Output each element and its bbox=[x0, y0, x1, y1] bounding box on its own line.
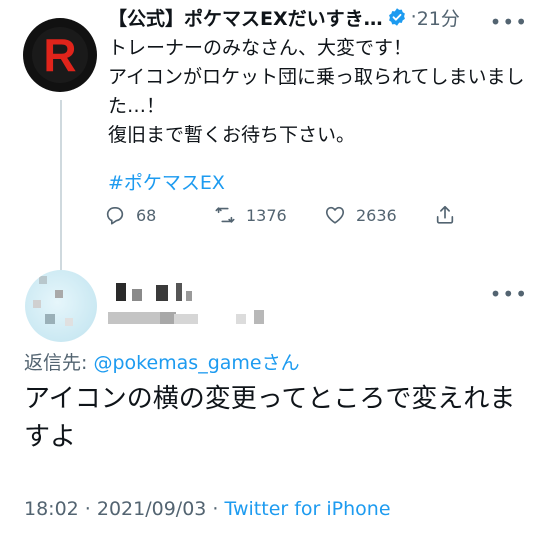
tweet-header: 【公式】ポケマスEXだいすき… · 21分 bbox=[108, 2, 490, 32]
retweet-count: 1376 bbox=[246, 205, 287, 225]
avatar-inner: R bbox=[32, 27, 88, 83]
share-button[interactable] bbox=[434, 204, 466, 226]
reply-icon bbox=[106, 207, 124, 225]
footer-separator: · bbox=[206, 498, 225, 520]
hashtag-link[interactable]: #ポケマスEX bbox=[108, 168, 225, 195]
pixelation-block bbox=[33, 300, 41, 308]
pixelation-block bbox=[116, 283, 126, 301]
pixelation-block bbox=[186, 291, 192, 301]
pixelation-block bbox=[55, 290, 63, 298]
tweet-actions: 68 1376 2636 bbox=[104, 204, 464, 234]
thread-connector-line bbox=[60, 100, 62, 270]
pixelation-block bbox=[236, 314, 246, 324]
pixelation-block bbox=[132, 289, 142, 301]
retweet-icon bbox=[215, 207, 235, 223]
reply-to-line: 返信先: @pokemas_gameさん bbox=[24, 348, 300, 375]
pixelation-block bbox=[65, 318, 73, 326]
pixelation-block bbox=[176, 283, 182, 301]
tweet-text: トレーナーのみなさん、大変です！ アイコンがロケット団に乗っ取られてしまいました… bbox=[108, 37, 525, 146]
pixelation-block bbox=[108, 312, 160, 324]
more-icon[interactable]: ••• bbox=[490, 10, 528, 34]
pixelation-block bbox=[45, 314, 55, 324]
author-avatar[interactable]: R bbox=[23, 18, 97, 92]
author-name[interactable]: 【公式】ポケマスEXだいすき… bbox=[108, 4, 383, 31]
reply-more-icon[interactable]: ••• bbox=[490, 282, 528, 306]
reply-text: アイコンの横の変更ってところで変えれますよ bbox=[24, 384, 516, 452]
verified-badge-icon bbox=[388, 8, 405, 26]
reply-source[interactable]: Twitter for iPhone bbox=[225, 498, 391, 520]
pixelation-block bbox=[254, 310, 264, 324]
reply-count: 68 bbox=[136, 205, 157, 225]
share-icon bbox=[436, 205, 454, 224]
reply-to-handle[interactable]: @pokemas_game bbox=[93, 352, 261, 374]
reply-footer: 18:02 · 2021/09/03 · Twitter for iPhone bbox=[24, 498, 391, 520]
reply-to-suffix: さん bbox=[261, 352, 300, 374]
retweet-button[interactable]: 1376 bbox=[214, 204, 287, 226]
pixelation-block bbox=[174, 314, 198, 324]
pixelation-block bbox=[156, 285, 168, 301]
like-icon bbox=[325, 206, 345, 224]
replier-avatar[interactable] bbox=[25, 270, 97, 342]
reply-to-prefix: 返信先: bbox=[24, 352, 94, 374]
like-button[interactable]: 2636 bbox=[324, 204, 397, 226]
pixelation-block bbox=[39, 276, 47, 284]
like-count: 2636 bbox=[356, 205, 397, 225]
tweet-time[interactable]: 21分 bbox=[417, 4, 460, 31]
reply-timestamp[interactable]: 18:02 · 2021/09/03 bbox=[24, 498, 206, 520]
avatar-letter: R bbox=[43, 29, 77, 81]
reply-button[interactable]: 68 bbox=[104, 204, 156, 226]
